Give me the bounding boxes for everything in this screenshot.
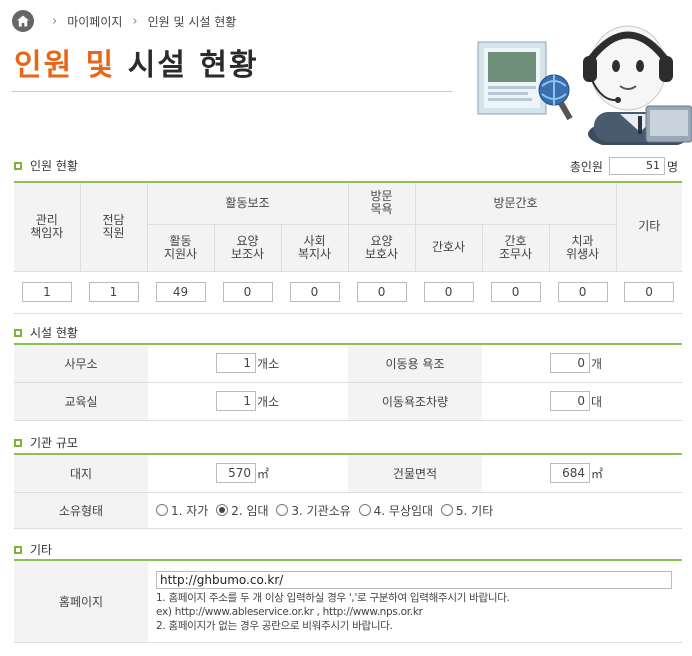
homepage-input[interactable]: http://ghbumo.co.kr/ xyxy=(156,571,672,590)
office-input[interactable]: 1 xyxy=(216,353,256,374)
building-label: 건물면적 xyxy=(348,454,482,493)
land-input[interactable]: 570 xyxy=(216,463,256,484)
homepage-note-2: 2. 홈페이지가 없는 경우 공란으로 비워주시기 바랍니다. xyxy=(156,620,393,633)
building-unit: ㎡ xyxy=(591,466,604,481)
nurse-aide-input[interactable]: 0 xyxy=(490,282,541,302)
office-unit: 개소 xyxy=(257,356,280,371)
bathcar-unit: 대 xyxy=(591,394,603,409)
header-act-support: 활동 지원사 xyxy=(147,224,215,272)
bathcar-input[interactable]: 0 xyxy=(550,391,590,411)
homepage-note-1: 1. 홈페이지 주소를 두 개 이상 입력하실 경우 ','로 구분하여 입력해… xyxy=(156,592,510,605)
dental-input[interactable]: 0 xyxy=(557,282,608,302)
headset-mascot-illustration xyxy=(477,25,692,145)
header-dedicated: 전담 직원 xyxy=(80,182,148,272)
act-support-input[interactable]: 49 xyxy=(155,282,206,302)
etc-input[interactable]: 0 xyxy=(624,282,675,302)
square-bullet-icon xyxy=(14,438,22,447)
square-bullet-icon xyxy=(14,545,22,554)
breadcrumb-mypage[interactable]: 마이페이지 xyxy=(67,13,122,30)
header-nurse: 간호사 xyxy=(415,224,483,272)
total-staff-label: 총인원 xyxy=(569,159,603,174)
home-icon[interactable] xyxy=(12,10,34,32)
bath-input[interactable]: 0 xyxy=(550,353,590,374)
ownership-option-1[interactable]: 1. 자가 xyxy=(171,504,208,518)
header-care-aide: 요양 보조사 xyxy=(214,224,282,272)
homepage-note-example: ex) http://www.ableservice.or.kr , http:… xyxy=(156,606,423,619)
dedicated-input[interactable]: 1 xyxy=(88,282,139,302)
care-aide-input[interactable]: 0 xyxy=(222,282,273,302)
ownership-option-4[interactable]: 4. 무상임대 xyxy=(374,504,433,518)
edu-input[interactable]: 1 xyxy=(216,391,256,411)
ownership-radio-5[interactable] xyxy=(440,504,453,516)
ownership-option-2[interactable]: 2. 임대 xyxy=(231,504,268,518)
ownership-option-5[interactable]: 5. 기타 xyxy=(456,504,493,518)
title-divider xyxy=(12,91,452,92)
section-scale-heading: 기관 규모 xyxy=(14,434,78,451)
homepage-label: 홈페이지 xyxy=(14,560,148,643)
section-staff-heading: 인원 현황 xyxy=(14,157,78,174)
square-bullet-icon xyxy=(14,161,22,170)
edu-unit: 개소 xyxy=(257,394,280,409)
scale-table: 대지 570 ㎡ 건물면적 684 ㎡ 소유형태 1. 자가 2. 임대 3. 기관… xyxy=(14,453,682,529)
total-staff-input[interactable]: 51 xyxy=(608,157,665,175)
page-title: 인원 및 시설 현황 xyxy=(14,48,259,83)
header-nurse-aide: 간호 조무사 xyxy=(482,224,550,272)
etc-table: 홈페이지 http://ghbumo.co.kr/ 1. 홈페이지 주소를 두 … xyxy=(14,559,682,643)
section-etc-heading: 기타 xyxy=(14,541,52,558)
ownership-radio-1[interactable] xyxy=(156,504,168,516)
staff-table: 관리 책임자 전담 직원 활동보조 방문 목욕 방문간호 기타 활동 지원사 요양 보조사… xyxy=(14,181,683,314)
total-staff-unit: 명 xyxy=(666,159,678,174)
total-staff: 총인원 51 명 xyxy=(570,157,678,175)
ownership-radio-3[interactable] xyxy=(276,504,289,516)
bathcar-label: 이동욕조차량 xyxy=(348,382,482,421)
nurse-input[interactable]: 0 xyxy=(423,282,474,302)
land-unit: ㎡ xyxy=(257,466,270,481)
header-manager: 관리 책임자 xyxy=(14,182,81,272)
header-activity: 활동보조 xyxy=(147,182,349,225)
chevron-right-icon: › xyxy=(132,13,138,29)
ownership-option-3[interactable]: 3. 기관소유 xyxy=(291,504,350,518)
chevron-right-icon: › xyxy=(52,13,58,29)
social-worker-input[interactable]: 0 xyxy=(289,282,340,302)
bath-label: 이동용 욕조 xyxy=(348,344,482,383)
header-visit-nursing: 방문간호 xyxy=(415,182,617,225)
land-label: 대지 xyxy=(14,454,148,493)
section-facility-heading: 시설 현황 xyxy=(14,324,78,341)
manager-input[interactable]: 1 xyxy=(22,282,72,302)
building-input[interactable]: 684 xyxy=(550,463,590,484)
facility-table: 사무소 1 개소 이동용 욕조 0개 교육실 1 개소 이동욕조차량 0대 xyxy=(14,343,682,421)
care-helper-input[interactable]: 0 xyxy=(356,282,407,302)
header-care-helper: 요양 보호사 xyxy=(348,224,416,272)
breadcrumb: › 마이페이지 › 인원 및 시설 현황 xyxy=(12,9,236,33)
ownership-radio-2[interactable] xyxy=(216,504,229,516)
header-social-worker: 사회 복지사 xyxy=(281,224,349,272)
header-visit-bath: 방문 목욕 xyxy=(348,182,416,225)
edu-label: 교육실 xyxy=(14,382,148,421)
bath-unit: 개 xyxy=(591,356,603,371)
breadcrumb-current: 인원 및 시설 현황 xyxy=(147,14,237,29)
ownership-label: 소유형태 xyxy=(14,492,148,529)
header-dental: 치과 위생사 xyxy=(549,224,617,272)
ownership-radio-4[interactable] xyxy=(358,504,371,516)
office-label: 사무소 xyxy=(14,344,148,383)
header-etc: 기타 xyxy=(616,182,683,272)
ownership-radio-group: 1. 자가 2. 임대 3. 기관소유 4. 무상임대 5. 기타 xyxy=(148,492,682,529)
staff-values-row: 1 1 49 0 0 0 0 0 0 0 xyxy=(14,271,683,314)
square-bullet-icon xyxy=(14,328,22,337)
